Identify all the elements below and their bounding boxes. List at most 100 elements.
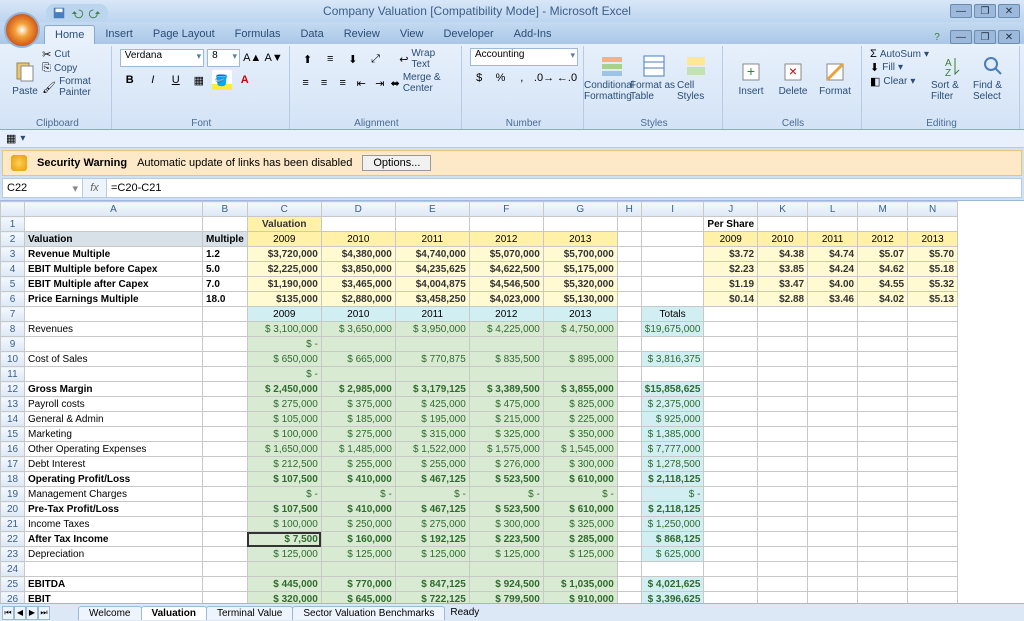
cell[interactable] bbox=[908, 442, 958, 457]
cell[interactable]: Management Charges bbox=[25, 487, 203, 502]
cell[interactable]: $ - bbox=[247, 487, 321, 502]
minimize-button[interactable]: — bbox=[950, 4, 972, 18]
cell[interactable]: $ 1,250,000 bbox=[641, 517, 704, 532]
row-header-15[interactable]: 15 bbox=[1, 427, 25, 442]
cell[interactable] bbox=[617, 532, 641, 547]
cell[interactable]: EBIT Multiple before Capex bbox=[25, 262, 203, 277]
format-cells-button[interactable]: Format bbox=[815, 48, 855, 108]
cell[interactable] bbox=[203, 442, 248, 457]
cell[interactable]: 2012 bbox=[469, 232, 543, 247]
security-options-button[interactable]: Options... bbox=[362, 155, 431, 171]
cell[interactable] bbox=[617, 397, 641, 412]
bold-button[interactable]: B bbox=[120, 70, 140, 90]
cell[interactable] bbox=[858, 592, 908, 604]
row-header-1[interactable]: 1 bbox=[1, 217, 25, 232]
cell[interactable]: $ 4,750,000 bbox=[543, 322, 617, 337]
cell[interactable] bbox=[908, 457, 958, 472]
cell[interactable] bbox=[908, 472, 958, 487]
cell[interactable]: $ 445,000 bbox=[247, 577, 321, 592]
sheet-tab-terminal-value[interactable]: Terminal Value bbox=[206, 606, 293, 620]
cell[interactable] bbox=[617, 442, 641, 457]
decrease-indent-button[interactable]: ⇤ bbox=[353, 73, 369, 93]
cell[interactable]: $ 285,000 bbox=[543, 532, 617, 547]
cell[interactable]: $1,190,000 bbox=[247, 277, 321, 292]
cell[interactable]: Pre-Tax Profit/Loss bbox=[25, 502, 203, 517]
cell[interactable]: 2010 bbox=[758, 232, 808, 247]
fill-color-button[interactable]: 🪣 bbox=[212, 70, 232, 90]
cell[interactable] bbox=[858, 502, 908, 517]
cell[interactable]: Payroll costs bbox=[25, 397, 203, 412]
cell[interactable] bbox=[704, 472, 758, 487]
border-button[interactable]: ▦ bbox=[189, 70, 209, 90]
cell[interactable]: $ 192,125 bbox=[395, 532, 469, 547]
cell[interactable]: $ 125,000 bbox=[321, 547, 395, 562]
col-header-D[interactable]: D bbox=[321, 202, 395, 217]
cell[interactable]: $ 250,000 bbox=[321, 517, 395, 532]
cell[interactable]: 18.0 bbox=[203, 292, 248, 307]
cell[interactable] bbox=[704, 517, 758, 532]
cell[interactable]: $ - bbox=[543, 487, 617, 502]
row-header-22[interactable]: 22 bbox=[1, 532, 25, 547]
cell[interactable]: $ 610,000 bbox=[543, 472, 617, 487]
cell[interactable]: $ 1,278,500 bbox=[641, 457, 704, 472]
increase-decimal-button[interactable]: .0→ bbox=[534, 68, 554, 88]
format-table-button[interactable]: Format as Table bbox=[634, 48, 674, 108]
cell[interactable] bbox=[858, 382, 908, 397]
cell[interactable] bbox=[203, 592, 248, 604]
cell[interactable] bbox=[758, 547, 808, 562]
cell[interactable]: $ 223,500 bbox=[469, 532, 543, 547]
cell[interactable] bbox=[203, 427, 248, 442]
cell[interactable] bbox=[808, 487, 858, 502]
cell[interactable] bbox=[858, 367, 908, 382]
cell[interactable] bbox=[808, 322, 858, 337]
cell[interactable]: Other Operating Expenses bbox=[25, 442, 203, 457]
row-header-10[interactable]: 10 bbox=[1, 352, 25, 367]
cell[interactable] bbox=[808, 502, 858, 517]
cell[interactable]: $0.14 bbox=[704, 292, 758, 307]
align-left-button[interactable]: ≡ bbox=[298, 73, 314, 93]
ribbon-tab-home[interactable]: Home bbox=[44, 25, 95, 44]
close-button[interactable]: ✕ bbox=[998, 4, 1020, 18]
row-header-13[interactable]: 13 bbox=[1, 397, 25, 412]
cell[interactable] bbox=[203, 562, 248, 577]
cell[interactable] bbox=[808, 442, 858, 457]
cell[interactable]: $ 835,500 bbox=[469, 352, 543, 367]
increase-font-button[interactable]: A▲ bbox=[243, 48, 261, 68]
save-icon[interactable] bbox=[52, 6, 66, 20]
cell[interactable]: $5.70 bbox=[908, 247, 958, 262]
row-header-12[interactable]: 12 bbox=[1, 382, 25, 397]
clear-button[interactable]: ◧Clear▾ bbox=[870, 75, 929, 88]
cell[interactable]: $ 275,000 bbox=[395, 517, 469, 532]
doc-close-button[interactable]: ✕ bbox=[998, 30, 1020, 44]
font-color-button[interactable]: A bbox=[235, 70, 255, 90]
cell[interactable] bbox=[203, 367, 248, 382]
cell[interactable] bbox=[704, 352, 758, 367]
cell[interactable] bbox=[808, 532, 858, 547]
cell[interactable]: $ 2,450,000 bbox=[247, 382, 321, 397]
tab-nav-next[interactable]: ▶ bbox=[26, 606, 38, 620]
cell[interactable]: $ 910,000 bbox=[543, 592, 617, 604]
cell[interactable]: $3.85 bbox=[758, 262, 808, 277]
cell[interactable] bbox=[321, 562, 395, 577]
cell[interactable]: $4.24 bbox=[808, 262, 858, 277]
cell[interactable]: 2011 bbox=[395, 307, 469, 322]
cell[interactable]: $5.18 bbox=[908, 262, 958, 277]
cell[interactable] bbox=[203, 502, 248, 517]
cell[interactable]: $ 125,000 bbox=[247, 547, 321, 562]
cell[interactable] bbox=[641, 277, 704, 292]
cell[interactable]: $ 212,500 bbox=[247, 457, 321, 472]
cell[interactable] bbox=[203, 382, 248, 397]
cell[interactable] bbox=[908, 367, 958, 382]
cell[interactable]: $ - bbox=[469, 487, 543, 502]
row-header-21[interactable]: 21 bbox=[1, 517, 25, 532]
formula-input[interactable]: =C20-C21 bbox=[107, 179, 1021, 197]
cell[interactable] bbox=[858, 217, 908, 232]
cell[interactable] bbox=[203, 517, 248, 532]
cell[interactable] bbox=[203, 487, 248, 502]
cell[interactable]: Marketing bbox=[25, 427, 203, 442]
row-header-2[interactable]: 2 bbox=[1, 232, 25, 247]
align-right-button[interactable]: ≡ bbox=[335, 73, 351, 93]
ribbon-tab-insert[interactable]: Insert bbox=[95, 25, 143, 44]
ribbon-tab-review[interactable]: Review bbox=[334, 25, 390, 44]
cell[interactable] bbox=[808, 412, 858, 427]
